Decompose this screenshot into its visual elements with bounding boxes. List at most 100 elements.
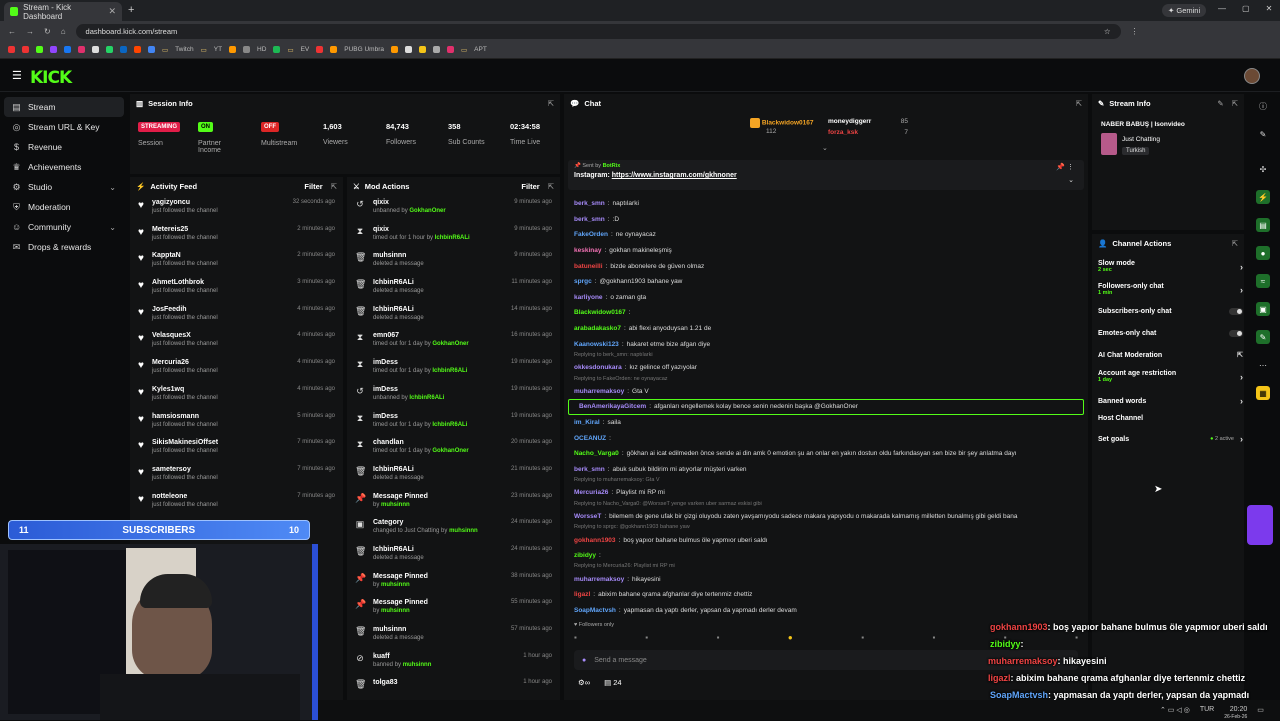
external-link-icon[interactable]: ⇱ [1237,351,1243,359]
sidebar-item-stream-url-key[interactable]: ◎ Stream URL & Key [4,117,124,137]
bookmark-icon[interactable] [433,46,440,53]
channel-action-row[interactable]: Followers-only chat 1 min › [1098,283,1243,296]
mod-action-name[interactable]: qixix [373,199,446,206]
chat-message[interactable]: Mercuria26: Playlist mi RP mi [564,485,1088,501]
bookmark-icon[interactable] [64,46,71,53]
channel-action-row[interactable]: Set goals ● 2 active › [1098,434,1243,444]
chat-message[interactable]: Kaanowski123: hakaret etme bize afgan diy… [564,336,1088,352]
chat-username[interactable]: batuneilli [574,263,603,270]
minimize-icon[interactable]: — [1218,4,1226,13]
mod-action-name[interactable]: IchbinR6ALi [373,466,424,473]
bookmark-icon[interactable] [92,46,99,53]
chat-message[interactable]: berk_smn::D [564,212,1088,228]
mod-action-row[interactable]: 📌 Message Pinned by muhsinnn 38 minutes ago [347,569,560,596]
mod-action-name[interactable]: Message Pinned [373,493,428,500]
mod-action-by[interactable]: muhsinnn [381,608,410,614]
chat-message[interactable]: OCEANUZ: [564,430,1088,446]
browser-tab[interactable]: Stream - Kick Dashboard ✕ [4,2,122,21]
mod-action-row[interactable]: ↺ imDess unbanned by IchbinR6ALi 19 minutes… [347,382,560,409]
bookmark-label[interactable]: PUBG Umbra [344,46,384,53]
mod-action-by[interactable]: IchbinR6ALi [432,368,467,374]
chat-message[interactable]: batuneilli: bizde abonelere de güven olma… [564,258,1088,274]
chat-message[interactable]: WorsseT: bilemem de gene ufak bir çizgi o… [564,509,1088,525]
user-avatar[interactable] [1244,68,1260,84]
mod-action-name[interactable]: IchbinR6ALi [373,546,424,553]
chat-username[interactable]: sprgc [574,278,592,285]
wrench-icon[interactable]: ✎ [1256,330,1270,344]
tray-icons[interactable]: ⌃ ▭ ◁ ◎ [1160,706,1190,721]
chat-username[interactable]: FakeOrden [574,231,608,238]
mod-action-row[interactable]: 🗑 muhsinnn deleted a message 57 minutes ago [347,622,560,649]
crosshair-icon[interactable]: ✣ [1256,162,1270,176]
activity-row[interactable]: ♥ yagizyoncu just followed the channel 32 s… [130,195,343,222]
activity-username[interactable]: VelasquesX [152,332,218,339]
activity-row[interactable]: ♥ Metereis25 just followed the channel 2 mi… [130,222,343,249]
bolt-icon[interactable]: ⚡ [1256,190,1270,204]
activity-row[interactable]: ♥ KapptaN just followed the channel 2 minut… [130,248,343,275]
chat-message[interactable]: Nacho_Varga0: gökhan ai icat edilmeden ön… [564,446,1088,462]
mod-action-by[interactable]: GokhanOner [409,208,445,214]
mod-action-name[interactable]: imDess [373,359,467,366]
chat-username[interactable]: Kaanowski123 [574,341,619,348]
filter-button[interactable]: Filter [521,182,539,191]
reload-icon[interactable]: ↻ [44,27,51,36]
top-gifter-1[interactable]: Blackwidow0167 112 [750,118,813,135]
chat-username[interactable]: Mercuria26 [574,489,608,496]
pencil-icon[interactable]: ✎ [1256,127,1270,141]
mod-action-by[interactable]: IchbinR6ALi [432,422,467,428]
mod-action-by[interactable]: GokhanOner [432,448,468,454]
activity-username[interactable]: AhmetLothbrok [152,279,218,286]
chat-message[interactable]: FakeOrden: ne oynayacaz [564,227,1088,243]
chat-message[interactable]: okkesdonukara: kız gelince off yazıyolar [564,360,1088,376]
activity-row[interactable]: ♥ Kyles1wq just followed the channel 4 minu… [130,382,343,409]
mod-action-by[interactable]: muhsinnn [381,582,410,588]
mod-action-row[interactable]: ⧗ chandlan timed out for 1 day by GokhanOn… [347,435,560,462]
activity-username[interactable]: JosFeedih [152,306,218,313]
filter-button[interactable]: Filter [304,182,322,191]
mod-action-row[interactable]: ⧗ imDess timed out for 1 day by IchbinR6AL… [347,355,560,382]
channel-action-row[interactable]: AI Chat Moderation ⇱ [1098,351,1243,360]
bookmark-icon[interactable] [419,46,426,53]
toggle-switch[interactable] [1229,308,1243,315]
activity-row[interactable]: ♥ Mercuria26 just followed the channel 4 mi… [130,355,343,382]
mod-action-row[interactable]: 🗑 IchbinR6ALi deleted a message 11 minutes … [347,275,560,302]
language-indicator[interactable]: TUR [1200,706,1214,721]
bookmark-icon[interactable] [148,46,155,53]
bookmark-icon[interactable] [316,46,324,53]
new-tab-icon[interactable]: + [128,4,134,16]
forward-icon[interactable]: → [26,27,34,36]
mod-action-name[interactable]: Message Pinned [373,599,428,606]
toggle-switch[interactable] [1229,330,1243,337]
sidebar-item-stream[interactable]: ▤ Stream [4,97,124,117]
chat-username[interactable]: SoapMactvsh [574,607,616,614]
bookmark-folder-label[interactable]: YT [214,46,222,53]
bookmark-icon[interactable] [273,46,281,53]
chat-username[interactable]: Blackwidow0167 [574,309,626,316]
menu-icon[interactable]: ☰ [12,69,22,82]
chat-username[interactable]: berk_smn [574,466,605,473]
wave-icon[interactable]: ≈ [1256,274,1270,288]
activity-row[interactable]: ♥ sametersoy just followed the channel 7 mi… [130,462,343,489]
chat-message[interactable]: zibidyy: [564,548,1088,564]
activity-username[interactable]: notteleone [152,493,218,500]
sidebar-item-drops-rewards[interactable]: ✉ Drops & rewards [4,237,124,257]
chevron-down-icon[interactable]: ⌄ [1068,176,1074,184]
chat-message[interactable]: arabadakasko7: abi flexi anyoduysan 1.21 … [564,321,1088,337]
bookmark-icon[interactable] [405,46,412,53]
sidebar-item-achievements[interactable]: ♛ Achievements [4,157,124,177]
bookmark-icon[interactable] [229,46,237,53]
channel-action-row[interactable]: Slow mode 2 sec › [1098,260,1243,273]
mod-action-name[interactable]: imDess [373,386,444,393]
bookmark-label[interactable]: HD [257,46,266,53]
chevron-right-icon[interactable]: › [1240,396,1243,406]
chat-message[interactable]: muharremaksoy: hikayesini [564,571,1088,587]
bookmark-folder-label[interactable]: Twitch [175,46,193,53]
mod-action-row[interactable]: 📌 Message Pinned by muhsinnn 23 minutes ago [347,489,560,516]
close-window-icon[interactable]: ✕ [1266,4,1273,13]
chat-username[interactable]: muharremaksoy [574,388,624,395]
chat-username[interactable]: berk_smn [574,216,605,223]
chat-username[interactable]: zibidyy [574,552,596,559]
mod-action-row[interactable]: 🗑 muhsinnn deleted a message 9 minutes ago [347,248,560,275]
viewer-count[interactable]: ▤ 24 [604,678,622,687]
settings-icon[interactable]: ⚙∞ [578,678,590,687]
